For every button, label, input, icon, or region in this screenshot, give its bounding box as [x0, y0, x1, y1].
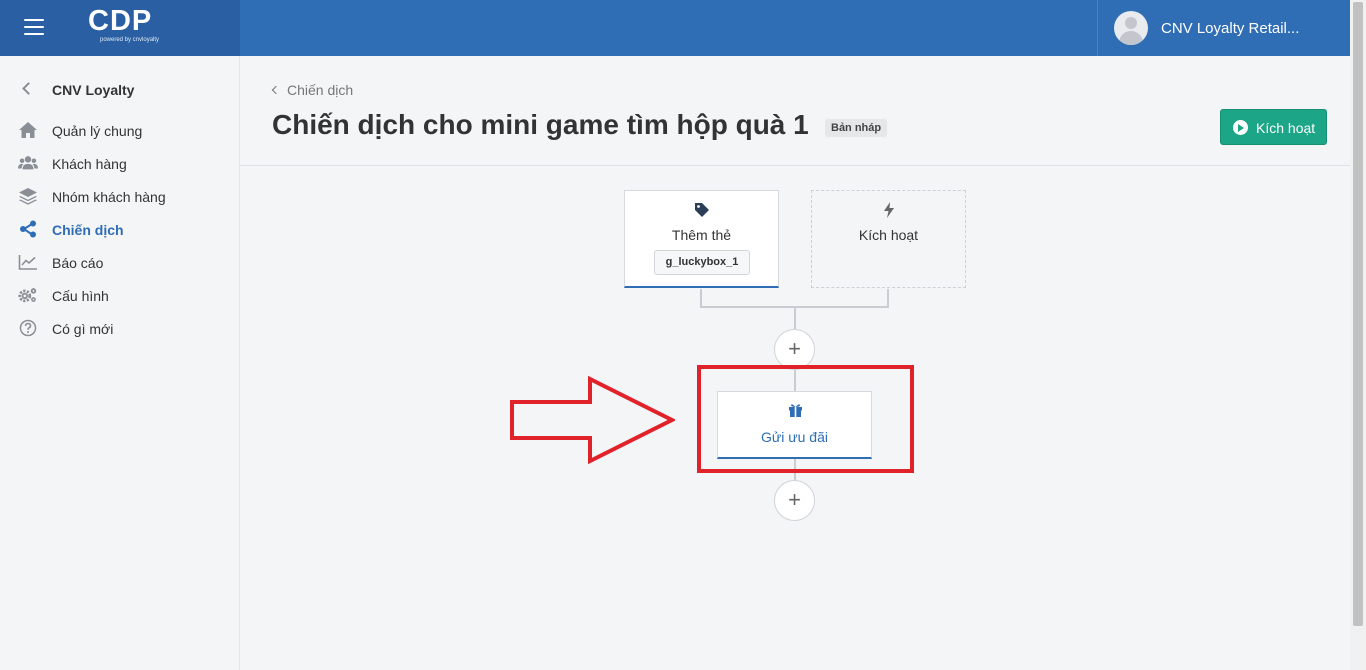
sidebar-item-label: Cấu hình — [52, 288, 109, 304]
chevron-left-icon — [271, 85, 281, 95]
home-icon — [19, 122, 37, 138]
main-content: Chiến dịch Chiến dịch cho mini game tìm … — [240, 56, 1350, 670]
sidebar-item-co-gi-moi[interactable]: Có gì mới — [0, 313, 239, 343]
empty-trigger-card[interactable]: Kích hoạt — [811, 190, 966, 288]
header-divider — [240, 165, 1350, 166]
status-badge: Bản nháp — [825, 119, 888, 137]
logo[interactable]: CDP powered by cnvloyalty — [88, 6, 159, 44]
hamburger-icon[interactable] — [24, 19, 44, 37]
page-title: Chiến dịch cho mini game tìm hộp quà 1 — [272, 109, 809, 140]
logo-subtext: powered by cnvloyalty — [100, 37, 160, 43]
chart-line-icon — [18, 255, 37, 270]
add-step-button[interactable]: + — [774, 329, 815, 370]
cogs-icon — [18, 288, 37, 303]
plus-icon: + — [788, 487, 801, 512]
bolt-icon — [884, 202, 894, 218]
sidebar-item-label: Nhóm khách hàng — [52, 189, 166, 205]
top-navbar: CDP powered by cnvloyalty CNV Loyalty Re… — [0, 0, 1350, 56]
send-offer-label: Gửi ưu đãi — [761, 429, 828, 445]
activate-button-label: Kích hoạt — [1256, 120, 1316, 136]
gift-icon — [789, 404, 802, 417]
sidebar-item-cau-hinh[interactable]: Cấu hình — [0, 280, 239, 310]
send-offer-card[interactable]: Gửi ưu đãi — [717, 391, 872, 459]
sidebar-item-label: Khách hàng — [52, 156, 127, 172]
chevron-left-icon — [22, 82, 35, 95]
sidebar-item-khach-hang[interactable]: Khách hàng — [0, 148, 239, 178]
sidebar-title: CNV Loyalty — [52, 82, 135, 98]
annotation-arrow-icon — [510, 376, 675, 464]
sidebar-item-bao-cao[interactable]: Báo cáo — [0, 247, 239, 277]
trigger-card[interactable]: Thêm thẻ g_luckybox_1 — [624, 190, 779, 288]
sidebar: CNV Loyalty Quản lý chung Khách hàng Nhó… — [0, 56, 240, 670]
empty-card-label: Kích hoạt — [858, 227, 919, 243]
breadcrumb-link[interactable]: Chiến dịch — [287, 82, 353, 98]
share-icon — [20, 220, 36, 238]
sidebar-item-nhom-khach-hang[interactable]: Nhóm khách hàng — [0, 181, 239, 211]
connector-line — [794, 308, 796, 329]
user-menu[interactable]: CNV Loyalty Retail... — [1097, 0, 1350, 56]
user-avatar-icon — [1114, 11, 1148, 45]
sidebar-item-quan-ly-chung[interactable]: Quản lý chung — [0, 115, 239, 145]
plus-icon: + — [788, 336, 801, 361]
sidebar-item-label: Chiến dịch — [52, 222, 124, 238]
user-name: CNV Loyalty Retail... — [1161, 20, 1300, 37]
brand-area: CDP powered by cnvloyalty — [0, 0, 240, 56]
sidebar-item-label: Quản lý chung — [52, 123, 143, 139]
sidebar-item-label: Báo cáo — [52, 255, 104, 271]
sidebar-item-chien-dich[interactable]: Chiến dịch — [0, 214, 239, 244]
question-circle-icon — [19, 319, 37, 337]
layers-icon — [19, 188, 37, 205]
tag-chip[interactable]: g_luckybox_1 — [654, 250, 750, 275]
add-step-button[interactable]: + — [774, 480, 815, 521]
play-circle-icon — [1233, 120, 1248, 135]
trigger-card-label: Thêm thẻ — [671, 227, 732, 243]
activate-button[interactable]: Kích hoạt — [1220, 109, 1327, 145]
users-icon — [18, 156, 38, 170]
tag-icon — [695, 203, 709, 217]
scrollbar-thumb[interactable] — [1353, 2, 1363, 626]
breadcrumb[interactable]: Chiến dịch — [271, 82, 353, 98]
connector-line — [794, 370, 796, 391]
sidebar-item-label: Có gì mới — [52, 321, 114, 337]
connector-line — [794, 459, 796, 480]
logo-text: CDP — [88, 5, 153, 37]
vertical-scrollbar[interactable] — [1350, 0, 1366, 670]
